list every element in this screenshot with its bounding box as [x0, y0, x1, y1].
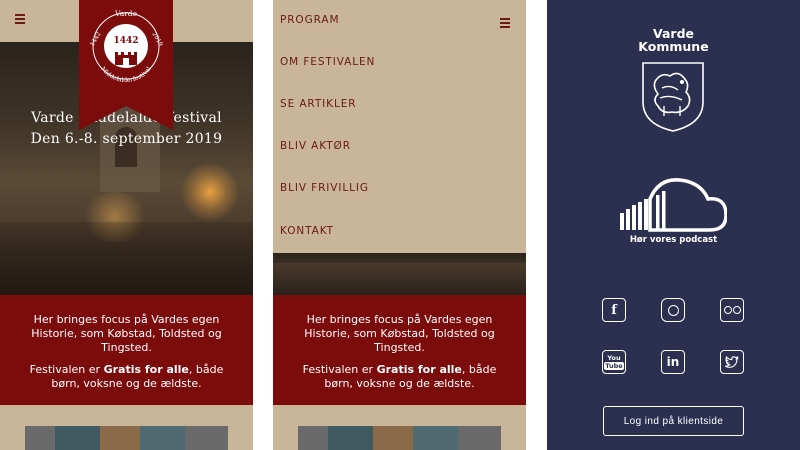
flickr-icon[interactable] [720, 298, 744, 322]
menu-item-om-festivalen[interactable]: OM FESTIVALEN [280, 56, 375, 68]
free-for-all-bold: Gratis for alle [103, 363, 189, 376]
banner-year-text: 1442 [113, 36, 138, 46]
free-for-all-text: Festivalen er Gratis for alle, både børn… [302, 363, 497, 390]
youtube-icon[interactable]: You Tube [602, 350, 626, 374]
client-login-button[interactable]: Log ind på klientside [603, 406, 744, 436]
hero-title-line2: Den 6.-8. september 2019 [30, 131, 223, 147]
podcast-label: Hør vores podcast [629, 235, 718, 245]
hero-image [273, 253, 526, 295]
festival-menu-screen: PROGRAM OM FESTIVALEN SE ARTIKLER BLIV A… [273, 0, 526, 450]
menu-item-se-artikler[interactable]: SE ARTIKLER [280, 98, 356, 110]
varde-kommune-crest-icon[interactable] [642, 62, 704, 132]
menu-item-bliv-aktor[interactable]: BLIV AKTØR [280, 140, 351, 152]
festival-logo-banner[interactable]: Varde 1442 1442 2019 Middelalderfestival [79, 0, 173, 130]
facebook-icon[interactable]: f [602, 298, 626, 322]
hamburger-menu-icon[interactable] [500, 18, 510, 28]
intro-text: Her bringes focus på Vardes egen Histori… [304, 313, 495, 354]
menu-item-bliv-frivillig[interactable]: BLIV FRIVILLIG [280, 182, 369, 194]
brochure-image [25, 426, 228, 450]
festival-home-screen: Varde Middelalderfestival Den 6.-8. sept… [0, 0, 253, 450]
varde-kommune-logo-text[interactable]: Varde Kommune [547, 27, 800, 53]
nav-menu: PROGRAM OM FESTIVALEN SE ARTIKLER BLIV A… [273, 0, 526, 253]
free-for-all-bold: Gratis for alle [376, 363, 462, 376]
menu-item-kontakt[interactable]: KONTAKT [280, 225, 334, 237]
footer-screen: Varde Kommune Hør vores podcast f You Tu… [547, 0, 800, 450]
brochure-image [298, 426, 501, 450]
instagram-icon[interactable] [661, 298, 685, 322]
twitter-icon[interactable] [720, 350, 744, 374]
menu-item-program[interactable]: PROGRAM [280, 14, 339, 26]
hamburger-menu-icon[interactable] [15, 14, 25, 24]
intro-text: Her bringes focus på Vardes egen Histori… [31, 313, 222, 354]
banner-top-text: Varde [114, 9, 138, 18]
intro-section: Her bringes focus på Vardes egen Histori… [0, 295, 253, 405]
linkedin-icon[interactable]: in [661, 350, 685, 374]
free-for-all-text: Festivalen er Gratis for alle, både børn… [29, 363, 224, 390]
soundcloud-podcast-icon[interactable] [620, 177, 727, 233]
intro-section: Her bringes focus på Vardes egen Histori… [273, 295, 526, 405]
